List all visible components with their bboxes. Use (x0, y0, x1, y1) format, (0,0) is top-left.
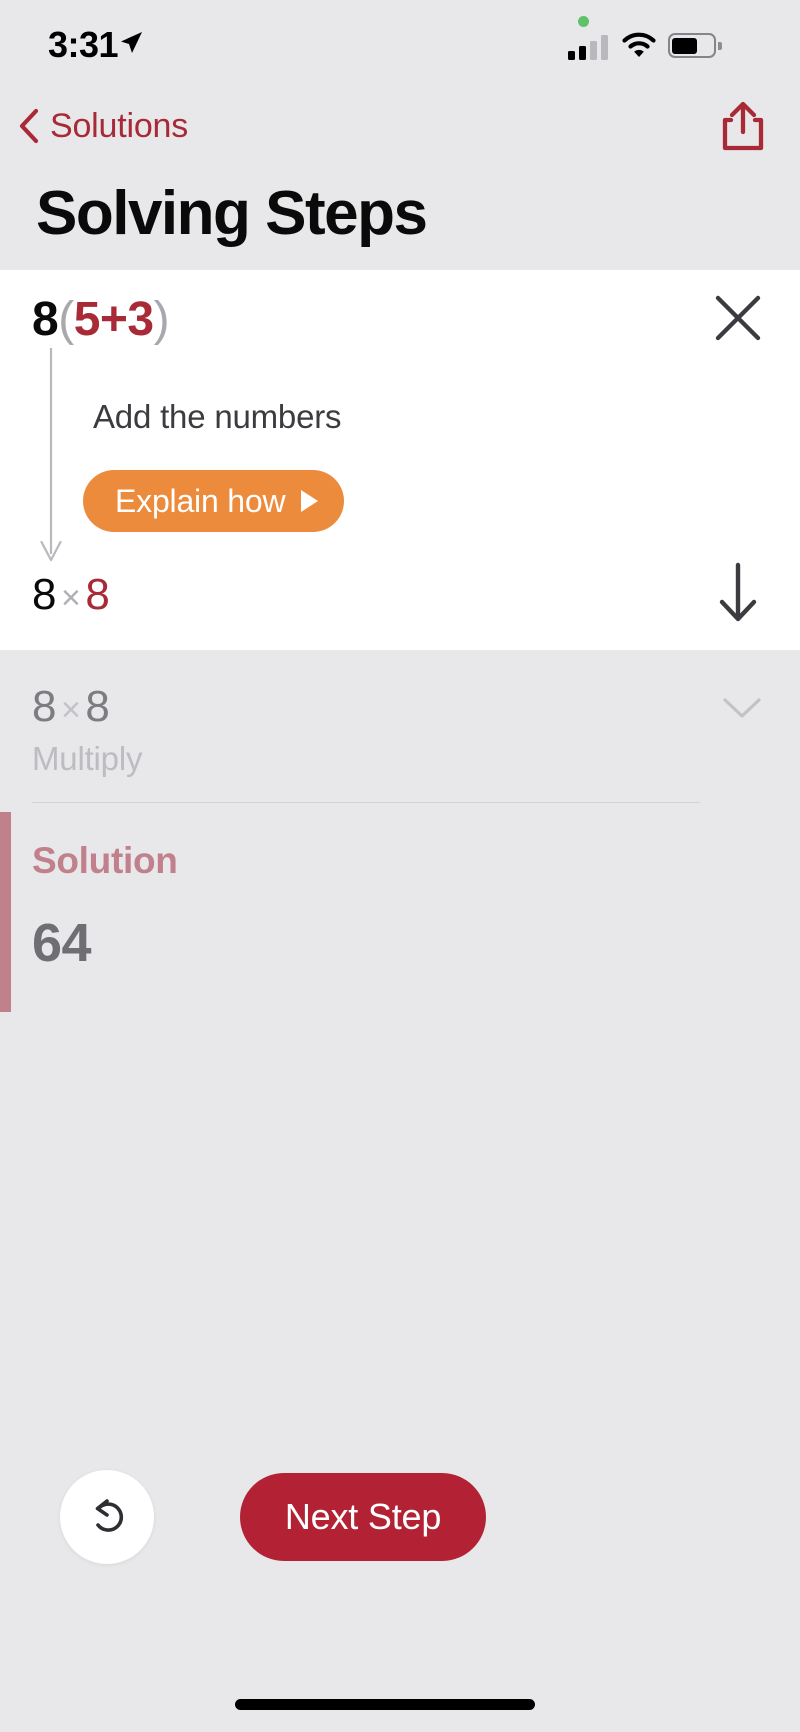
result-operator: × (60, 579, 81, 617)
back-button[interactable]: Solutions (18, 96, 188, 156)
green-recording-dot (578, 16, 589, 27)
undo-arrow-icon (95, 1499, 124, 1532)
arrow-down-icon[interactable] (710, 560, 766, 624)
play-caret-icon (301, 490, 319, 512)
share-up-icon[interactable] (714, 98, 772, 156)
page-title: Solving Steps (36, 179, 428, 248)
chevron-down-icon[interactable] (720, 694, 764, 722)
battery-icon (668, 33, 722, 59)
active-step-description: Add the numbers (93, 398, 342, 435)
cellular-signal-icon (568, 34, 612, 60)
active-step-expression: 8(5+3) (32, 292, 170, 347)
next-step-label: Next Step (284, 1496, 442, 1537)
explain-how-button[interactable]: Explain how (83, 470, 345, 532)
expr-close-paren: ) (153, 293, 170, 346)
expr-term-2: 5 (73, 293, 101, 346)
active-step-card: 8(5+3) Add the numbers Explain how 8 × 8 (0, 270, 800, 650)
pending-step-row[interactable]: 8 × 8 Multiply (0, 650, 800, 820)
app-screen: 3:31 Solutions Solving Steps 8(5+3) Add … (0, 0, 800, 1732)
wifi-icon (622, 32, 656, 57)
undo-button[interactable] (60, 1470, 154, 1564)
location-arrow-icon (121, 32, 142, 53)
bottom-action-bar: Next Step (0, 1470, 800, 1580)
expr-term-1: 8 (32, 293, 59, 346)
status-bar: 3:31 (0, 0, 800, 88)
chevron-left-icon (19, 108, 39, 144)
expr-operator: + (99, 293, 128, 346)
pending-step-expression: 8 × 8 (32, 682, 110, 732)
explain-how-label: Explain how (115, 482, 286, 519)
pending-term-2: 8 (85, 682, 110, 731)
next-step-button[interactable]: Next Step (240, 1473, 486, 1561)
result-term-1: 8 (32, 570, 56, 619)
down-arrow-connector-icon (40, 348, 62, 562)
solution-label: Solution (32, 840, 178, 881)
pending-term-1: 8 (32, 682, 56, 731)
close-x-icon[interactable] (710, 290, 766, 346)
back-button-label: Solutions (50, 106, 189, 145)
pending-step-description: Multiply (32, 740, 143, 777)
expr-term-3: 3 (127, 293, 154, 346)
status-time: 3:31 (48, 24, 119, 65)
result-term-2: 8 (85, 570, 110, 619)
home-indicator-bar[interactable] (235, 1699, 535, 1710)
solution-value: 64 (32, 913, 92, 973)
expr-open-paren: ( (58, 293, 74, 346)
nav-bar: Solutions (0, 96, 800, 170)
pending-operator: × (60, 691, 81, 729)
solution-block: Solution 64 (0, 812, 800, 1012)
solution-accent-bar (0, 812, 11, 1012)
section-divider (32, 802, 700, 803)
active-step-result: 8 × 8 (32, 570, 110, 620)
